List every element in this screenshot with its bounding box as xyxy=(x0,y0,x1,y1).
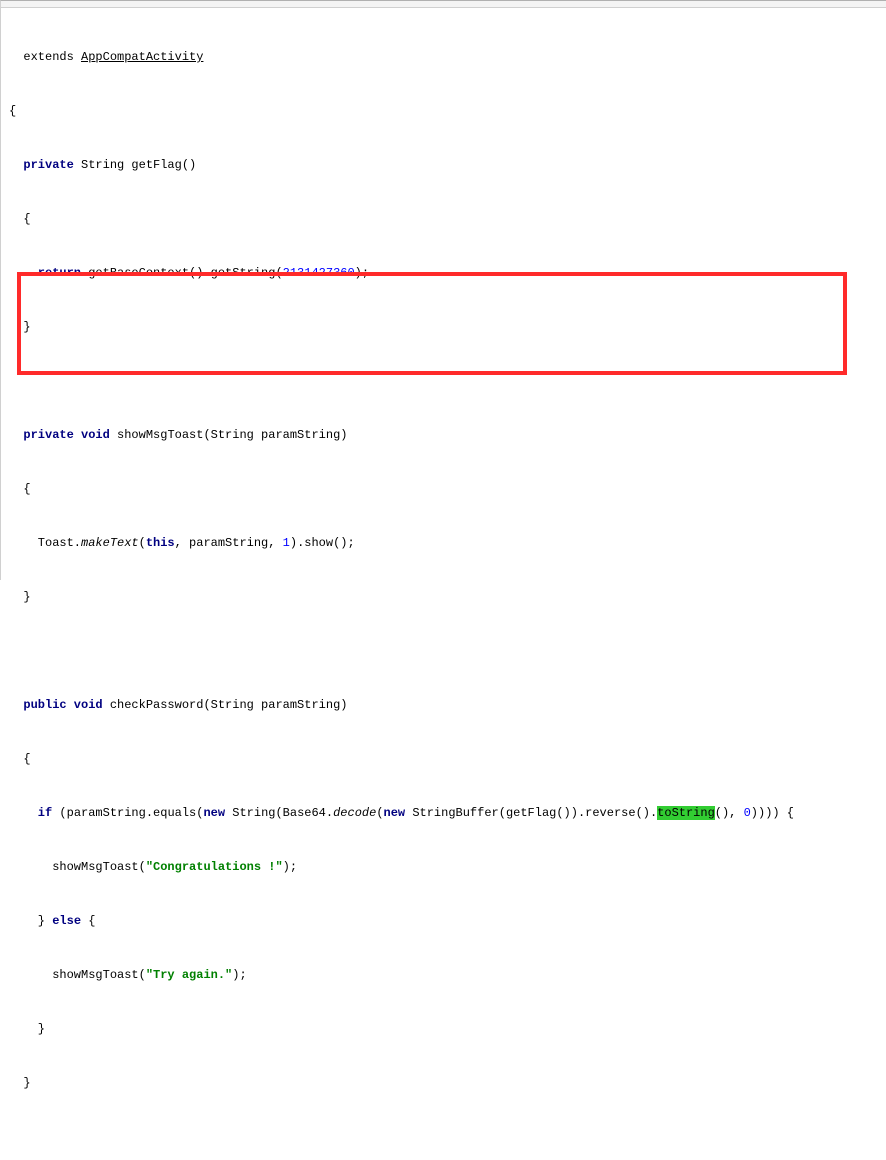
code-line: private void showMsgToast(String paramSt… xyxy=(9,426,886,444)
code-line: } else { xyxy=(9,912,886,930)
code-line: } xyxy=(9,588,886,606)
code-line: public void checkPassword(String paramSt… xyxy=(9,696,886,714)
code-editor[interactable]: extends AppCompatActivity { private Stri… xyxy=(0,0,886,580)
code-line: return getBaseContext().getString(213142… xyxy=(9,264,886,282)
code-area[interactable]: extends AppCompatActivity { private Stri… xyxy=(1,8,886,1160)
code-line: } xyxy=(9,318,886,336)
code-line xyxy=(9,372,886,390)
code-line: extends AppCompatActivity xyxy=(9,48,886,66)
code-line: } xyxy=(9,1074,886,1092)
code-line xyxy=(9,642,886,660)
code-line: Toast.makeText(this, paramString, 1).sho… xyxy=(9,534,886,552)
code-line: { xyxy=(9,210,886,228)
code-line: { xyxy=(9,750,886,768)
code-line: { xyxy=(9,102,886,120)
editor-ruler xyxy=(1,1,886,8)
code-line: showMsgToast("Congratulations !"); xyxy=(9,858,886,876)
highlight-toString: toString xyxy=(657,806,715,820)
code-line xyxy=(9,1128,886,1146)
code-line: showMsgToast("Try again."); xyxy=(9,966,886,984)
code-line: } xyxy=(9,1020,886,1038)
code-line: { xyxy=(9,480,886,498)
code-line: if (paramString.equals(new String(Base64… xyxy=(9,804,886,822)
code-line: private String getFlag() xyxy=(9,156,886,174)
